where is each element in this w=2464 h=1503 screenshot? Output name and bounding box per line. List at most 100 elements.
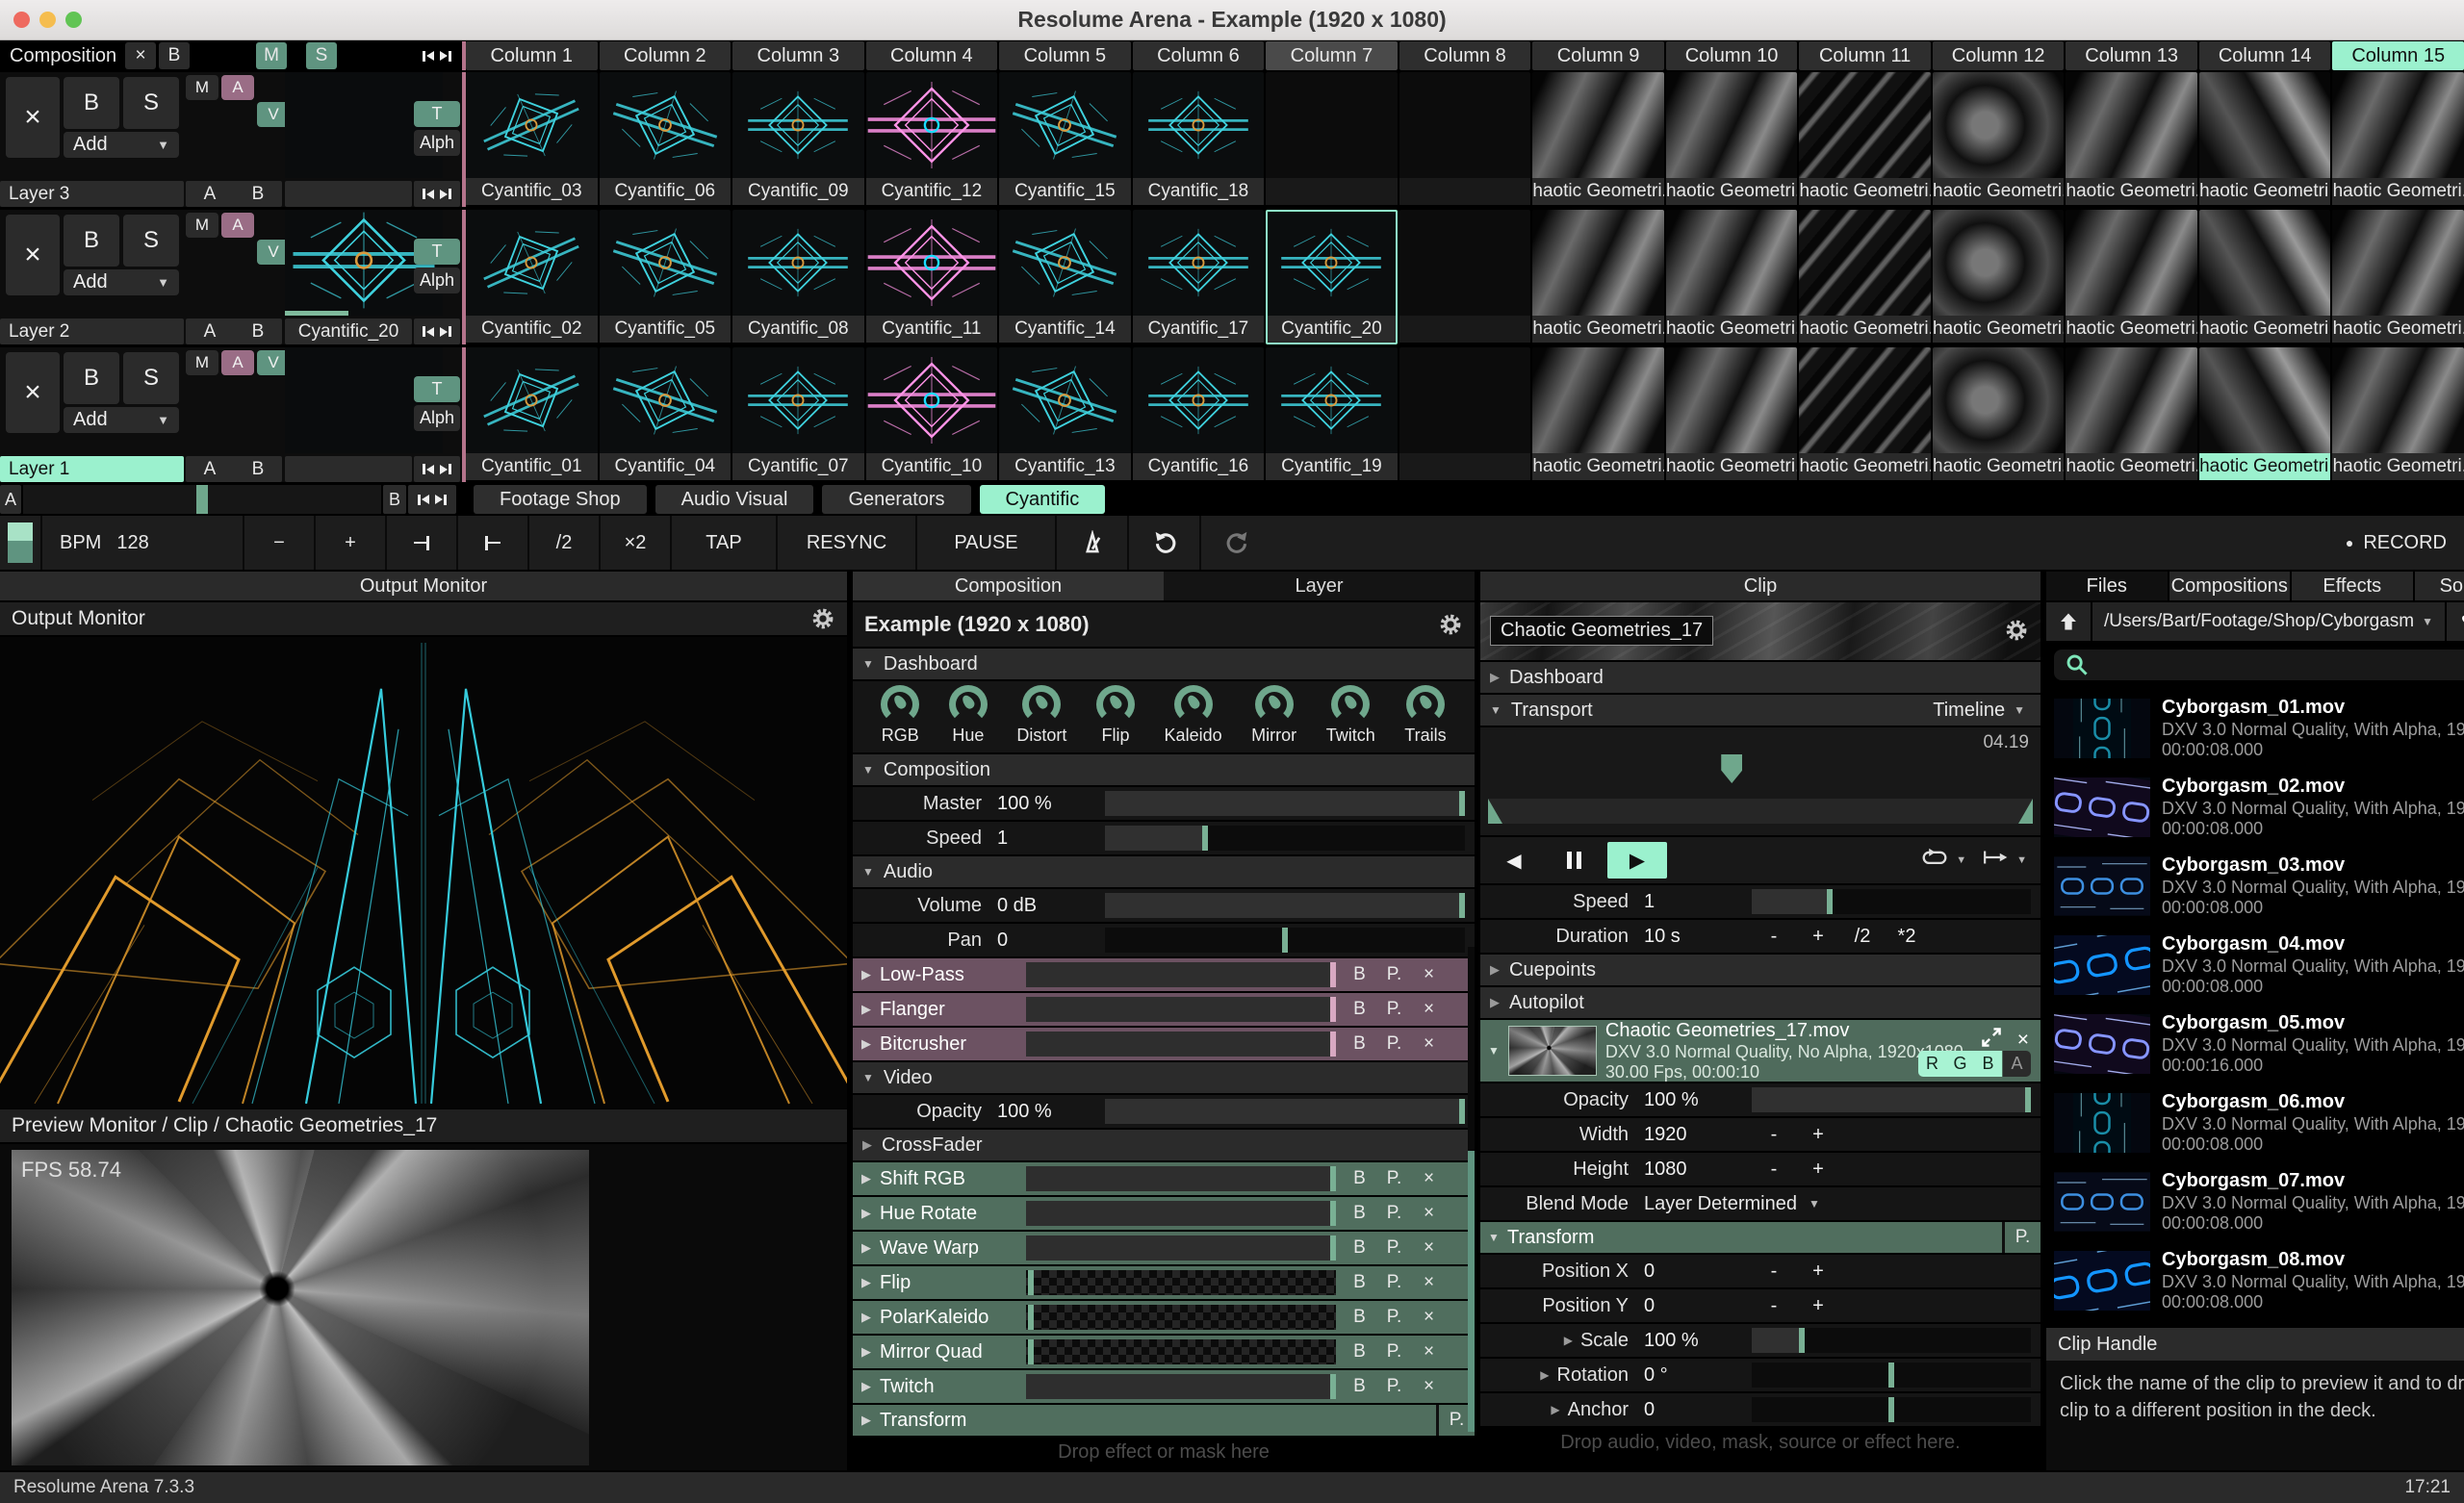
clip-cell[interactable]: Chaotic Geometri... — [1532, 347, 1664, 482]
clip-name[interactable]: Cyantific_20 — [1266, 316, 1398, 343]
clip-cell[interactable]: Chaotic Geometri... — [2066, 347, 2197, 482]
pan-slider[interactable] — [1105, 928, 1465, 953]
timeline-track[interactable] — [1488, 799, 2033, 824]
nudge-back-button[interactable] — [387, 516, 458, 570]
pan-value[interactable]: 0 — [997, 930, 1105, 952]
duration-decrease-button[interactable]: - — [1752, 926, 1796, 948]
effect-bypass-button[interactable]: B — [1344, 1165, 1375, 1192]
layer-clear-button[interactable]: × — [6, 215, 60, 295]
layer-ab-buttons[interactable]: AB — [186, 181, 282, 207]
nudge-forward-button[interactable] — [458, 516, 529, 570]
knob-icon[interactable] — [1331, 685, 1371, 724]
chevron-right-icon[interactable]: ▶ — [1564, 1334, 1573, 1347]
effect-opacity-slider[interactable] — [1026, 1374, 1336, 1399]
volume-slider[interactable] — [1105, 893, 1465, 918]
clip-cell[interactable]: Cyantific_11 — [865, 210, 998, 344]
metronome-button[interactable] — [1057, 516, 1129, 570]
effect-remove-button[interactable]: × — [1413, 961, 1445, 988]
chevron-right-icon[interactable]: ▶ — [853, 1379, 880, 1394]
dashboard-knob[interactable]: Mirror — [1251, 685, 1296, 746]
effect-bypass-button[interactable]: B — [1344, 996, 1375, 1023]
clip-name[interactable]: Chaotic Geometri... — [1799, 178, 1931, 205]
clip-name[interactable]: Chaotic Geometri... — [1665, 316, 1798, 343]
clip-name[interactable]: Chaotic Geometri... — [1532, 316, 1664, 343]
transport-header[interactable]: ▼ Transport Timeline ▼ — [1480, 695, 2040, 726]
effect-bypass-button[interactable]: B — [1344, 1031, 1375, 1057]
clip-cell[interactable] — [1266, 72, 1398, 207]
position-x-increase-button[interactable]: + — [1796, 1261, 1840, 1283]
layer-transition-button[interactable]: T — [414, 101, 460, 127]
effect-name[interactable]: Mirror Quad — [880, 1341, 1026, 1363]
layer-prev-next[interactable] — [414, 181, 460, 207]
deck-tab[interactable]: Generators — [822, 485, 971, 514]
dashboard-knob[interactable]: Hue — [948, 685, 988, 746]
anchor-value[interactable]: 0 — [1644, 1399, 1752, 1421]
layer-active-clip-name[interactable]: Cyantific_20 — [285, 318, 412, 344]
effect-remove-button[interactable]: × — [1413, 1269, 1445, 1296]
layer-transition-button[interactable]: T — [414, 239, 460, 265]
file-item[interactable]: Cyborgasm_04.mov DXV 3.0 Normal Quality,… — [2054, 926, 2464, 1005]
column-header[interactable]: Column 14 — [2198, 41, 2331, 70]
layer-clear-button[interactable]: × — [6, 352, 60, 433]
effect-param-button[interactable]: P. — [1378, 1200, 1410, 1227]
clip-cell[interactable]: Cyantific_09 — [732, 72, 864, 207]
width-decrease-button[interactable]: - — [1752, 1124, 1796, 1146]
next-clip-icon[interactable] — [440, 326, 451, 337]
effect-remove-button[interactable]: × — [1413, 1304, 1445, 1331]
chevron-right-icon[interactable]: ▶ — [853, 1240, 880, 1256]
effect-dry-wet-slider[interactable] — [1026, 1032, 1336, 1057]
effect-name[interactable]: Twitch — [880, 1376, 1026, 1398]
effect-remove-button[interactable]: × — [1413, 1165, 1445, 1192]
file-item[interactable]: Cyborgasm_08.mov DXV 3.0 Normal Quality,… — [2054, 1241, 2464, 1320]
browser-tab[interactable]: Sources — [2414, 572, 2464, 600]
effect-param-button[interactable]: P. — [1378, 996, 1410, 1023]
layer-solo-button[interactable]: S — [123, 77, 179, 129]
clip-name[interactable]: Cyantific_01 — [466, 453, 598, 480]
knob-icon[interactable] — [948, 685, 988, 724]
clip-dashboard-header[interactable]: ▶ Dashboard — [1480, 662, 2040, 693]
clip-name[interactable]: Chaotic Geometri... — [1532, 453, 1664, 480]
clip-name[interactable]: Chaotic Geometri... — [1932, 453, 2065, 480]
effect-opacity-slider[interactable] — [1026, 1305, 1336, 1330]
master-slider[interactable] — [1105, 791, 1465, 816]
position-y-decrease-button[interactable]: - — [1752, 1295, 1796, 1317]
layer-alpha-button[interactable]: Alph — [414, 405, 460, 431]
clip-cell[interactable]: Chaotic Geometri... — [1665, 72, 1798, 207]
composition-prev-next[interactable] — [414, 42, 460, 69]
layer-name[interactable]: Layer 2 — [0, 318, 184, 344]
file-name[interactable]: Cyborgasm_06.mov — [2162, 1091, 2464, 1114]
clip-cell[interactable]: Chaotic Geometri... — [1932, 72, 2065, 207]
browser-tab[interactable]: Files — [2046, 572, 2168, 600]
clip-name[interactable]: Chaotic Geometri... — [1932, 178, 2065, 205]
deck-tab[interactable]: Cyantific — [979, 485, 1106, 514]
bpm-display[interactable]: BPM 128 — [42, 516, 244, 570]
clip-name[interactable]: Chaotic Geometri... — [1799, 316, 1931, 343]
width-increase-button[interactable]: + — [1796, 1124, 1840, 1146]
prev-clip-icon[interactable] — [423, 326, 434, 337]
chevron-right-icon[interactable]: ▶ — [1551, 1403, 1559, 1416]
chevron-right-icon[interactable]: ▶ — [853, 1206, 880, 1221]
layer-master-button[interactable]: M — [186, 213, 218, 238]
clip-name[interactable]: Cyantific_06 — [599, 178, 732, 205]
file-name[interactable]: Cyborgasm_01.mov — [2162, 697, 2464, 720]
panel-scrollbar[interactable] — [1468, 947, 1475, 1432]
duration-increase-button[interactable]: + — [1796, 926, 1840, 948]
column-header[interactable]: Column 8 — [1399, 41, 1531, 70]
clip-name[interactable]: Chaotic Geometri... — [2066, 453, 2197, 480]
effect-param-button[interactable]: P. — [1378, 1235, 1410, 1261]
clip-cell[interactable]: Cyantific_10 — [865, 347, 998, 482]
tab-layer[interactable]: Layer — [1164, 572, 1475, 600]
effect-opacity-slider[interactable] — [1026, 1236, 1336, 1261]
clip-name[interactable]: Chaotic Geometri... — [1665, 178, 1798, 205]
pause-playback-button[interactable] — [1548, 842, 1600, 879]
redo-button[interactable] — [1201, 516, 1273, 570]
next-column-icon[interactable] — [439, 50, 451, 62]
knob-icon[interactable] — [1095, 685, 1135, 724]
clip-name[interactable]: Chaotic Geometri... — [2332, 316, 2464, 343]
clip-cell[interactable]: Chaotic Geometri... — [2198, 210, 2331, 344]
dashboard-knob[interactable]: Twitch — [1326, 685, 1375, 746]
knob-icon[interactable] — [881, 685, 920, 724]
column-header[interactable]: Column 5 — [999, 41, 1131, 70]
clip-cell[interactable]: Cyantific_14 — [999, 210, 1131, 344]
gear-icon[interactable] — [2004, 618, 2029, 643]
